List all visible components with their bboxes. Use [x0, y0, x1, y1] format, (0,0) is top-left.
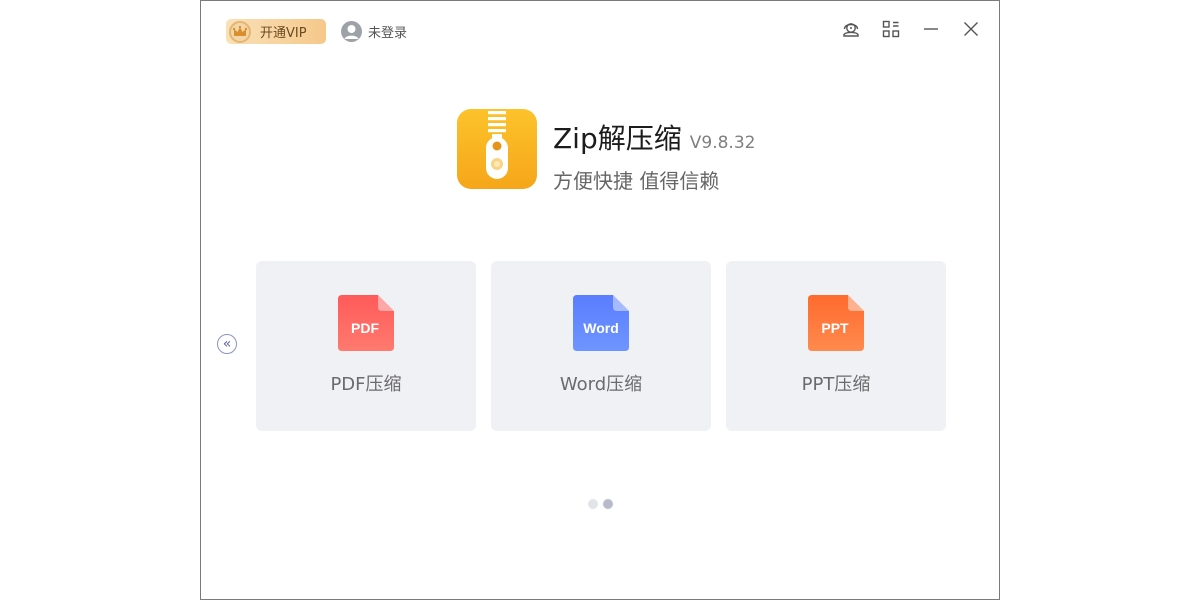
card-label: PDF压缩 — [330, 374, 402, 395]
app-slogan: 方便快捷 值得信赖 — [553, 169, 720, 193]
window-controls — [841, 17, 981, 41]
page-dot-1[interactable] — [588, 499, 598, 509]
svg-text:Word: Word — [583, 320, 619, 336]
login-status[interactable]: 未登录 — [341, 21, 407, 42]
app-header: Zip解压缩 V9.8.32 方便快捷 值得信赖 — [457, 109, 755, 194]
svg-text:PDF: PDF — [351, 320, 379, 336]
page-indicator — [588, 499, 613, 509]
word-compress-card[interactable]: Word Word压缩 — [491, 261, 711, 431]
word-file-icon: Word — [573, 295, 629, 351]
svg-text:PPT: PPT — [821, 320, 849, 336]
app-title: Zip解压缩 — [553, 122, 682, 155]
app-window: 开通VIP 未登录 Zip解压缩 V9.8.32 方便快捷 值得信赖 « PDF… — [200, 0, 1000, 600]
feature-cards: PDF PDF压缩 Word Word压缩 PPT PPT压缩 — [256, 261, 946, 431]
login-label: 未登录 — [368, 26, 408, 41]
app-info: Zip解压缩 V9.8.32 方便快捷 值得信赖 — [553, 109, 755, 194]
customer-service-icon[interactable] — [841, 17, 861, 41]
pdf-file-icon: PDF — [338, 295, 394, 351]
card-label: PPT压缩 — [801, 374, 871, 395]
ppt-compress-card[interactable]: PPT PPT压缩 — [726, 261, 946, 431]
avatar-icon — [341, 21, 362, 42]
previous-page-button[interactable]: « — [217, 334, 237, 354]
pdf-compress-card[interactable]: PDF PDF压缩 — [256, 261, 476, 431]
ppt-file-icon: PPT — [808, 295, 864, 351]
crown-icon — [229, 20, 251, 43]
vip-label: 开通VIP — [260, 26, 307, 41]
minimize-icon[interactable] — [921, 17, 941, 41]
close-icon[interactable] — [961, 17, 981, 41]
zip-logo-icon — [457, 109, 537, 189]
page-dot-2[interactable] — [603, 499, 613, 509]
menu-grid-icon[interactable] — [881, 17, 901, 41]
open-vip-button[interactable]: 开通VIP — [226, 19, 326, 44]
app-version: V9.8.32 — [689, 133, 756, 153]
card-label: Word压缩 — [559, 374, 643, 395]
